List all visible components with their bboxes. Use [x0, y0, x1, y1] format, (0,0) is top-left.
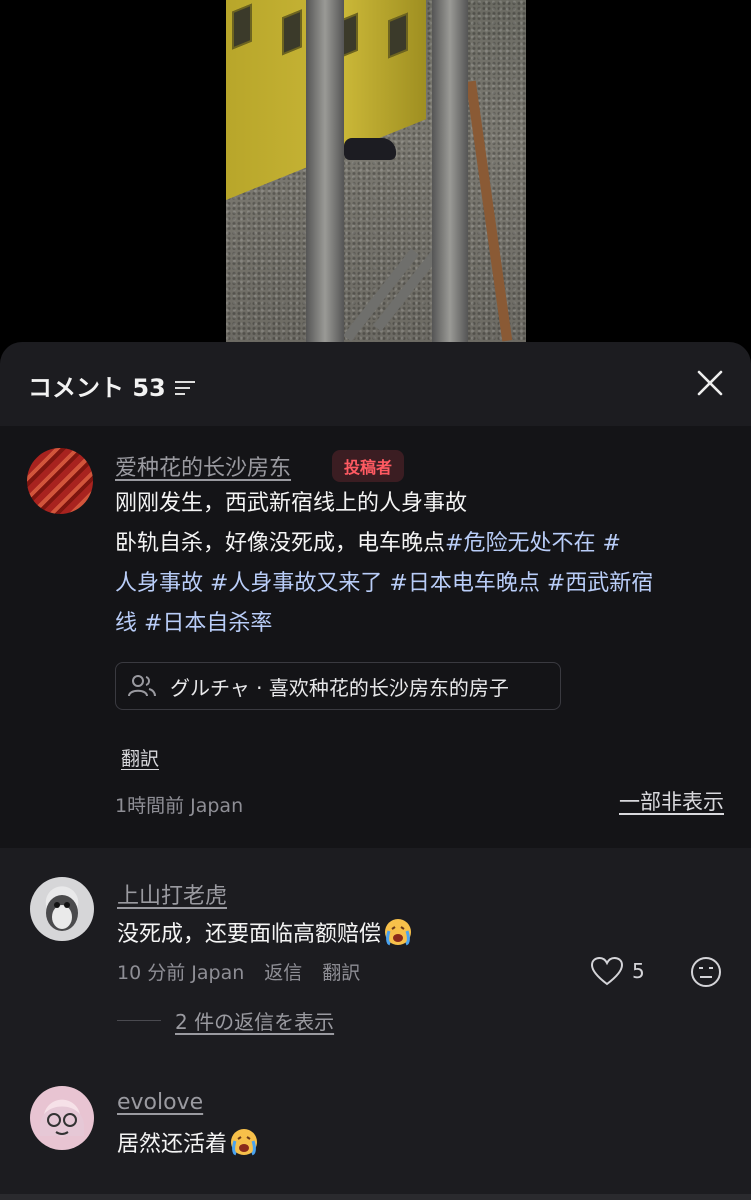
- comment-text: 没死成，还要面临高额赔偿: [117, 916, 413, 948]
- utility-pole: [306, 0, 344, 342]
- avatar[interactable]: [27, 448, 93, 514]
- hide-partially-link[interactable]: 一部非表示: [619, 786, 724, 816]
- dislike-face-icon[interactable]: [690, 956, 722, 988]
- anime-avatar-icon: [40, 1106, 84, 1136]
- heart-icon: [590, 956, 624, 986]
- translate-button[interactable]: 翻訳: [322, 958, 360, 985]
- video-frame[interactable]: [226, 0, 526, 342]
- group-chat-label: グルチャ · 喜欢种花的长沙房东的房子: [170, 675, 509, 700]
- post-line: 卧轨自杀，好像没死成，电车晚点#危险无处不在 #: [115, 524, 715, 564]
- train-window: [282, 9, 302, 56]
- comment-author[interactable]: evolove: [117, 1090, 203, 1115]
- translate-link[interactable]: 翻訳: [121, 744, 159, 771]
- group-chat-chip[interactable]: グルチャ · 喜欢种花的长沙房东的房子: [115, 662, 561, 710]
- comment-text: 居然还活着: [117, 1126, 259, 1158]
- avatar[interactable]: [30, 1086, 94, 1150]
- crying-face-emoji-icon: [231, 1129, 258, 1156]
- comment-sheet: コメント 53 爱种花的长沙房东 投稿者 刚刚发生，西武新宿线上的人身事故 卧轨…: [0, 342, 751, 1200]
- comment-meta: 10 分前 Japan 返信 翻訳: [117, 958, 360, 985]
- hashtag-line[interactable]: 人身事故 #人身事故又来了 #日本电车晚点 #西武新宿: [115, 564, 715, 604]
- comment-input-bar-edge: [0, 1194, 751, 1200]
- sheet-header: コメント 53: [0, 342, 751, 426]
- group-icon: [128, 675, 156, 697]
- train-window: [232, 3, 252, 50]
- reply-button[interactable]: 返信: [264, 958, 302, 985]
- avatar[interactable]: [30, 877, 94, 941]
- like-count: 5: [632, 959, 645, 983]
- hashtag-link[interactable]: #: [595, 531, 620, 556]
- hashtag-line[interactable]: 线 #日本自杀率: [115, 604, 715, 644]
- comment-body: 没死成，还要面临高额赔偿: [117, 922, 382, 947]
- post-meta: 1時間前 Japan: [115, 795, 244, 817]
- close-icon[interactable]: [697, 370, 723, 396]
- original-post: 爱种花的长沙房东 投稿者 刚刚发生，西武新宿线上的人身事故 卧轨自杀，好像没死成…: [0, 426, 751, 848]
- train-window: [388, 12, 408, 59]
- comment-author[interactable]: 上山打老虎: [117, 878, 227, 910]
- view-replies[interactable]: 2 件の返信を表示: [117, 1006, 334, 1035]
- comment-time: 10 分前 Japan: [117, 962, 245, 984]
- comment-body: 居然还活着: [117, 1132, 228, 1157]
- like-button[interactable]: 5: [590, 956, 645, 986]
- crying-face-emoji-icon: [385, 919, 412, 946]
- view-replies-label[interactable]: 2 件の返信を表示: [175, 1006, 334, 1035]
- hashtag-link[interactable]: #危险无处不在: [445, 531, 595, 556]
- post-line: 刚刚发生，西武新宿线上的人身事故: [115, 491, 468, 516]
- utility-pole: [432, 0, 468, 342]
- replies-divider: [117, 1020, 161, 1021]
- penguin-avatar-icon: [46, 895, 78, 931]
- comments-count-label: コメント 53: [28, 374, 166, 402]
- comments-title: コメント 53: [28, 368, 196, 403]
- filter-icon[interactable]: [174, 379, 196, 397]
- person-on-track: [344, 138, 396, 160]
- author-badge: 投稿者: [332, 450, 404, 482]
- post-body: 刚刚发生，西武新宿线上的人身事故 卧轨自杀，好像没死成，电车晚点#危险无处不在 …: [115, 484, 715, 644]
- post-author[interactable]: 爱种花的长沙房东: [115, 450, 291, 482]
- post-line-text: 卧轨自杀，好像没死成，电车晚点: [115, 531, 446, 556]
